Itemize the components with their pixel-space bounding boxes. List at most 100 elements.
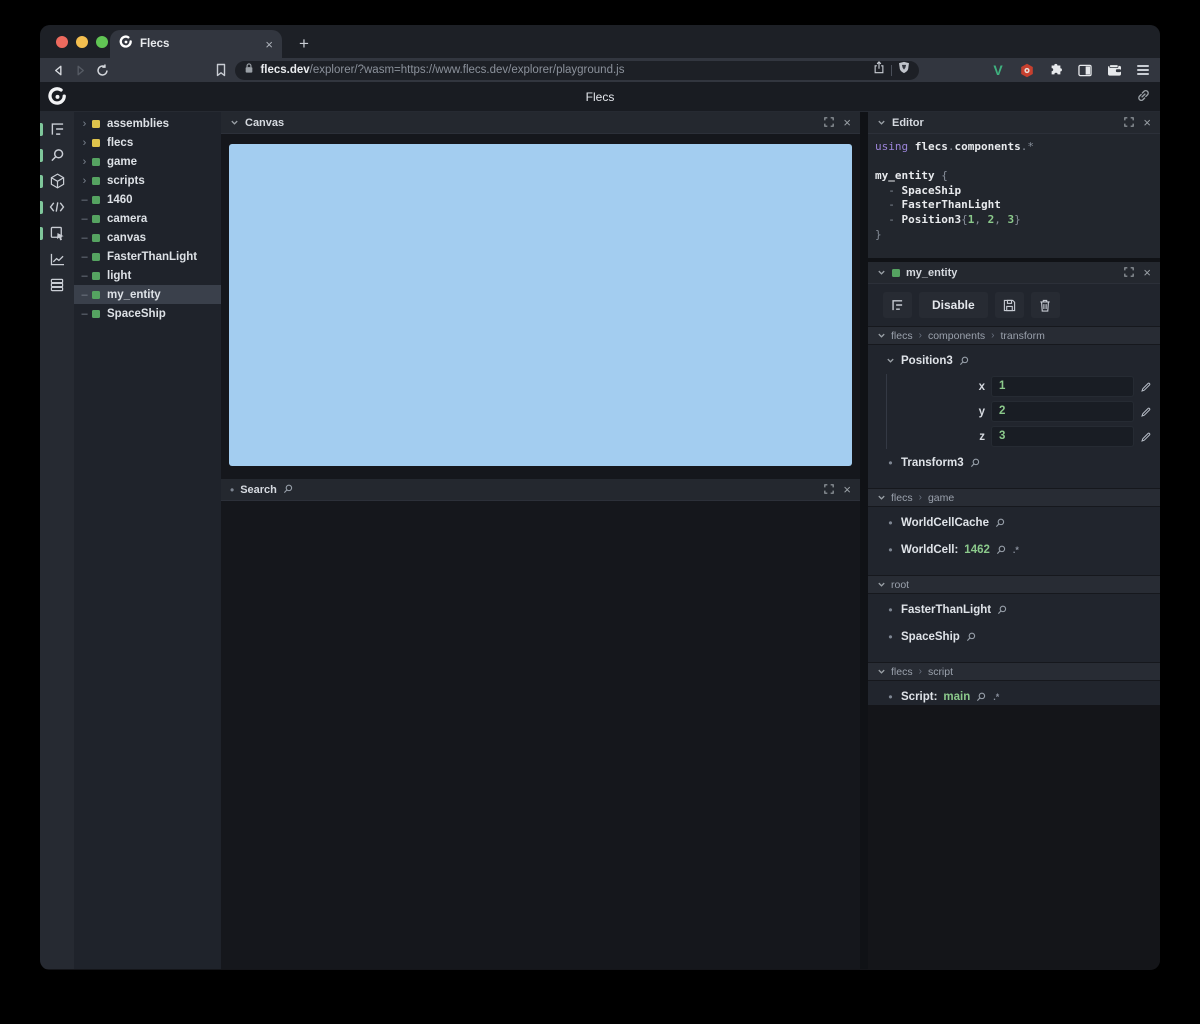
render-canvas[interactable]: [229, 144, 852, 466]
field-value-input[interactable]: 3: [991, 426, 1134, 447]
pencil-icon[interactable]: [1140, 406, 1152, 418]
component-Position3[interactable]: Position3: [868, 347, 1160, 374]
hexagon-extension-icon[interactable]: [1018, 61, 1036, 79]
inspector-tool-button[interactable]: [40, 220, 74, 246]
magnifier-icon[interactable]: [966, 632, 976, 642]
bullet-icon[interactable]: •: [886, 543, 895, 557]
fullscreen-icon[interactable]: [824, 481, 835, 499]
component-FasterThanLight[interactable]: • FasterThanLight: [868, 596, 1160, 623]
chevron-down-icon[interactable]: [230, 114, 239, 132]
close-icon[interactable]: ×: [843, 483, 851, 496]
tree-item-flecs[interactable]: › flecs: [74, 133, 221, 152]
new-tab-button[interactable]: +: [290, 30, 318, 58]
component-SpaceShip[interactable]: • SpaceShip: [868, 623, 1160, 650]
tree-item-canvas[interactable]: – canvas: [74, 228, 221, 247]
component-WorldCell[interactable]: • WorldCell: 1462 .*: [868, 536, 1160, 563]
save-icon[interactable]: [994, 292, 1024, 318]
fullscreen-icon[interactable]: [824, 114, 835, 132]
magnifier-icon[interactable]: [995, 518, 1005, 528]
component-Script[interactable]: • Script: main .*: [868, 683, 1160, 705]
minimize-window-button[interactable]: [76, 36, 88, 48]
magnifier-icon[interactable]: [970, 458, 980, 468]
section-header-flecs-components-transform[interactable]: flecs › components › transform: [868, 326, 1160, 345]
outline-tool-button[interactable]: [40, 116, 74, 142]
back-icon[interactable]: [48, 60, 70, 80]
bullet-icon[interactable]: •: [886, 603, 895, 617]
expand-chevron-icon[interactable]: ›: [79, 156, 90, 168]
fullscreen-icon[interactable]: [1124, 114, 1135, 132]
reload-icon[interactable]: [92, 60, 114, 80]
magnifier-icon[interactable]: [959, 356, 969, 366]
tree-item-camera[interactable]: – camera: [74, 209, 221, 228]
tree-item-SpaceShip[interactable]: – SpaceShip: [74, 304, 221, 323]
bullet-icon[interactable]: •: [886, 456, 895, 470]
sidebar-toggle-icon[interactable]: [1076, 61, 1094, 79]
tree-item-scripts[interactable]: › scripts: [74, 171, 221, 190]
expand-chevron-icon[interactable]: ›: [79, 118, 90, 130]
field-value-input[interactable]: 1: [991, 376, 1134, 397]
leaf-dash-icon: –: [81, 288, 88, 301]
url-path: /explorer/?wasm=https://www.flecs.dev/ex…: [309, 64, 625, 76]
right-column-empty: [868, 705, 1160, 969]
expand-chevron-icon[interactable]: ›: [79, 137, 90, 149]
bullet-icon[interactable]: •: [886, 516, 895, 530]
query-filter-button[interactable]: [883, 292, 912, 318]
magnifier-icon[interactable]: [996, 545, 1006, 555]
chart-tool-button[interactable]: [40, 246, 74, 272]
bullet-icon[interactable]: •: [230, 483, 234, 497]
magnifier-icon[interactable]: [976, 692, 986, 702]
component-fields: x1y2z3: [886, 374, 1160, 449]
section-header-flecs-script[interactable]: flecs › script: [868, 662, 1160, 681]
close-icon[interactable]: ×: [1143, 116, 1151, 129]
entity-kind-square: [92, 233, 100, 242]
tree-item-light[interactable]: – light: [74, 266, 221, 285]
component-name: Transform3: [901, 456, 964, 469]
component-WorldCellCache[interactable]: • WorldCellCache: [868, 509, 1160, 536]
chevron-down-icon[interactable]: [877, 264, 886, 282]
disable-button[interactable]: Disable: [919, 292, 988, 318]
field-value-input[interactable]: 2: [991, 401, 1134, 422]
tree-item-1460[interactable]: – 1460: [74, 190, 221, 209]
tree-item-assemblies[interactable]: › assemblies: [74, 114, 221, 133]
bookmark-icon[interactable]: [210, 60, 232, 80]
code-line: - FasterThanLight: [875, 198, 1001, 212]
bullet-icon[interactable]: •: [886, 690, 895, 704]
section-header-root[interactable]: root: [868, 575, 1160, 594]
close-window-button[interactable]: [56, 36, 68, 48]
code-tool-button[interactable]: [40, 194, 74, 220]
chevron-down-icon[interactable]: [877, 114, 886, 132]
component-Transform3[interactable]: • Transform3: [868, 449, 1160, 476]
pencil-icon[interactable]: [1140, 381, 1152, 393]
expand-chevron-icon[interactable]: ›: [79, 175, 90, 187]
magnifier-icon[interactable]: [997, 605, 1007, 615]
trash-icon[interactable]: [1030, 292, 1060, 318]
bullet-icon[interactable]: •: [886, 630, 895, 644]
window-controls[interactable]: [56, 36, 108, 48]
code-editor[interactable]: using flecs.components.* my_entity { - S…: [868, 134, 1160, 258]
close-icon[interactable]: ×: [1143, 266, 1151, 279]
close-icon[interactable]: ×: [843, 116, 851, 129]
cube-tool-button[interactable]: [40, 168, 74, 194]
pencil-icon[interactable]: [1140, 431, 1152, 443]
chevron-down-icon[interactable]: [886, 356, 895, 365]
section-header-flecs-game[interactable]: flecs › game: [868, 488, 1160, 507]
forward-icon[interactable]: [70, 60, 92, 80]
puzzle-extensions-icon[interactable]: [1047, 61, 1065, 79]
tab-close-icon[interactable]: ×: [265, 38, 273, 51]
tree-item-game[interactable]: › game: [74, 152, 221, 171]
rows-tool-button[interactable]: [40, 272, 74, 298]
fullscreen-icon[interactable]: [1124, 264, 1135, 282]
share-icon[interactable]: [873, 61, 885, 79]
url-bar[interactable]: flecs.dev/explorer/?wasm=https://www.fle…: [235, 60, 920, 80]
browser-tab[interactable]: Flecs ×: [110, 30, 282, 58]
zoom-window-button[interactable]: [96, 36, 108, 48]
shield-icon[interactable]: [898, 61, 910, 79]
link-icon[interactable]: [1136, 88, 1151, 108]
menu-icon[interactable]: [1134, 61, 1152, 79]
wallet-icon[interactable]: [1105, 61, 1123, 79]
tree-item-my_entity[interactable]: – my_entity: [74, 285, 221, 304]
vue-devtools-icon[interactable]: V: [989, 61, 1007, 79]
search-tool-button[interactable]: [40, 142, 74, 168]
tree-item-FasterThanLight[interactable]: – FasterThanLight: [74, 247, 221, 266]
tree-panel: › assemblies › flecs › game › scripts – 1460 – came…: [74, 112, 221, 969]
